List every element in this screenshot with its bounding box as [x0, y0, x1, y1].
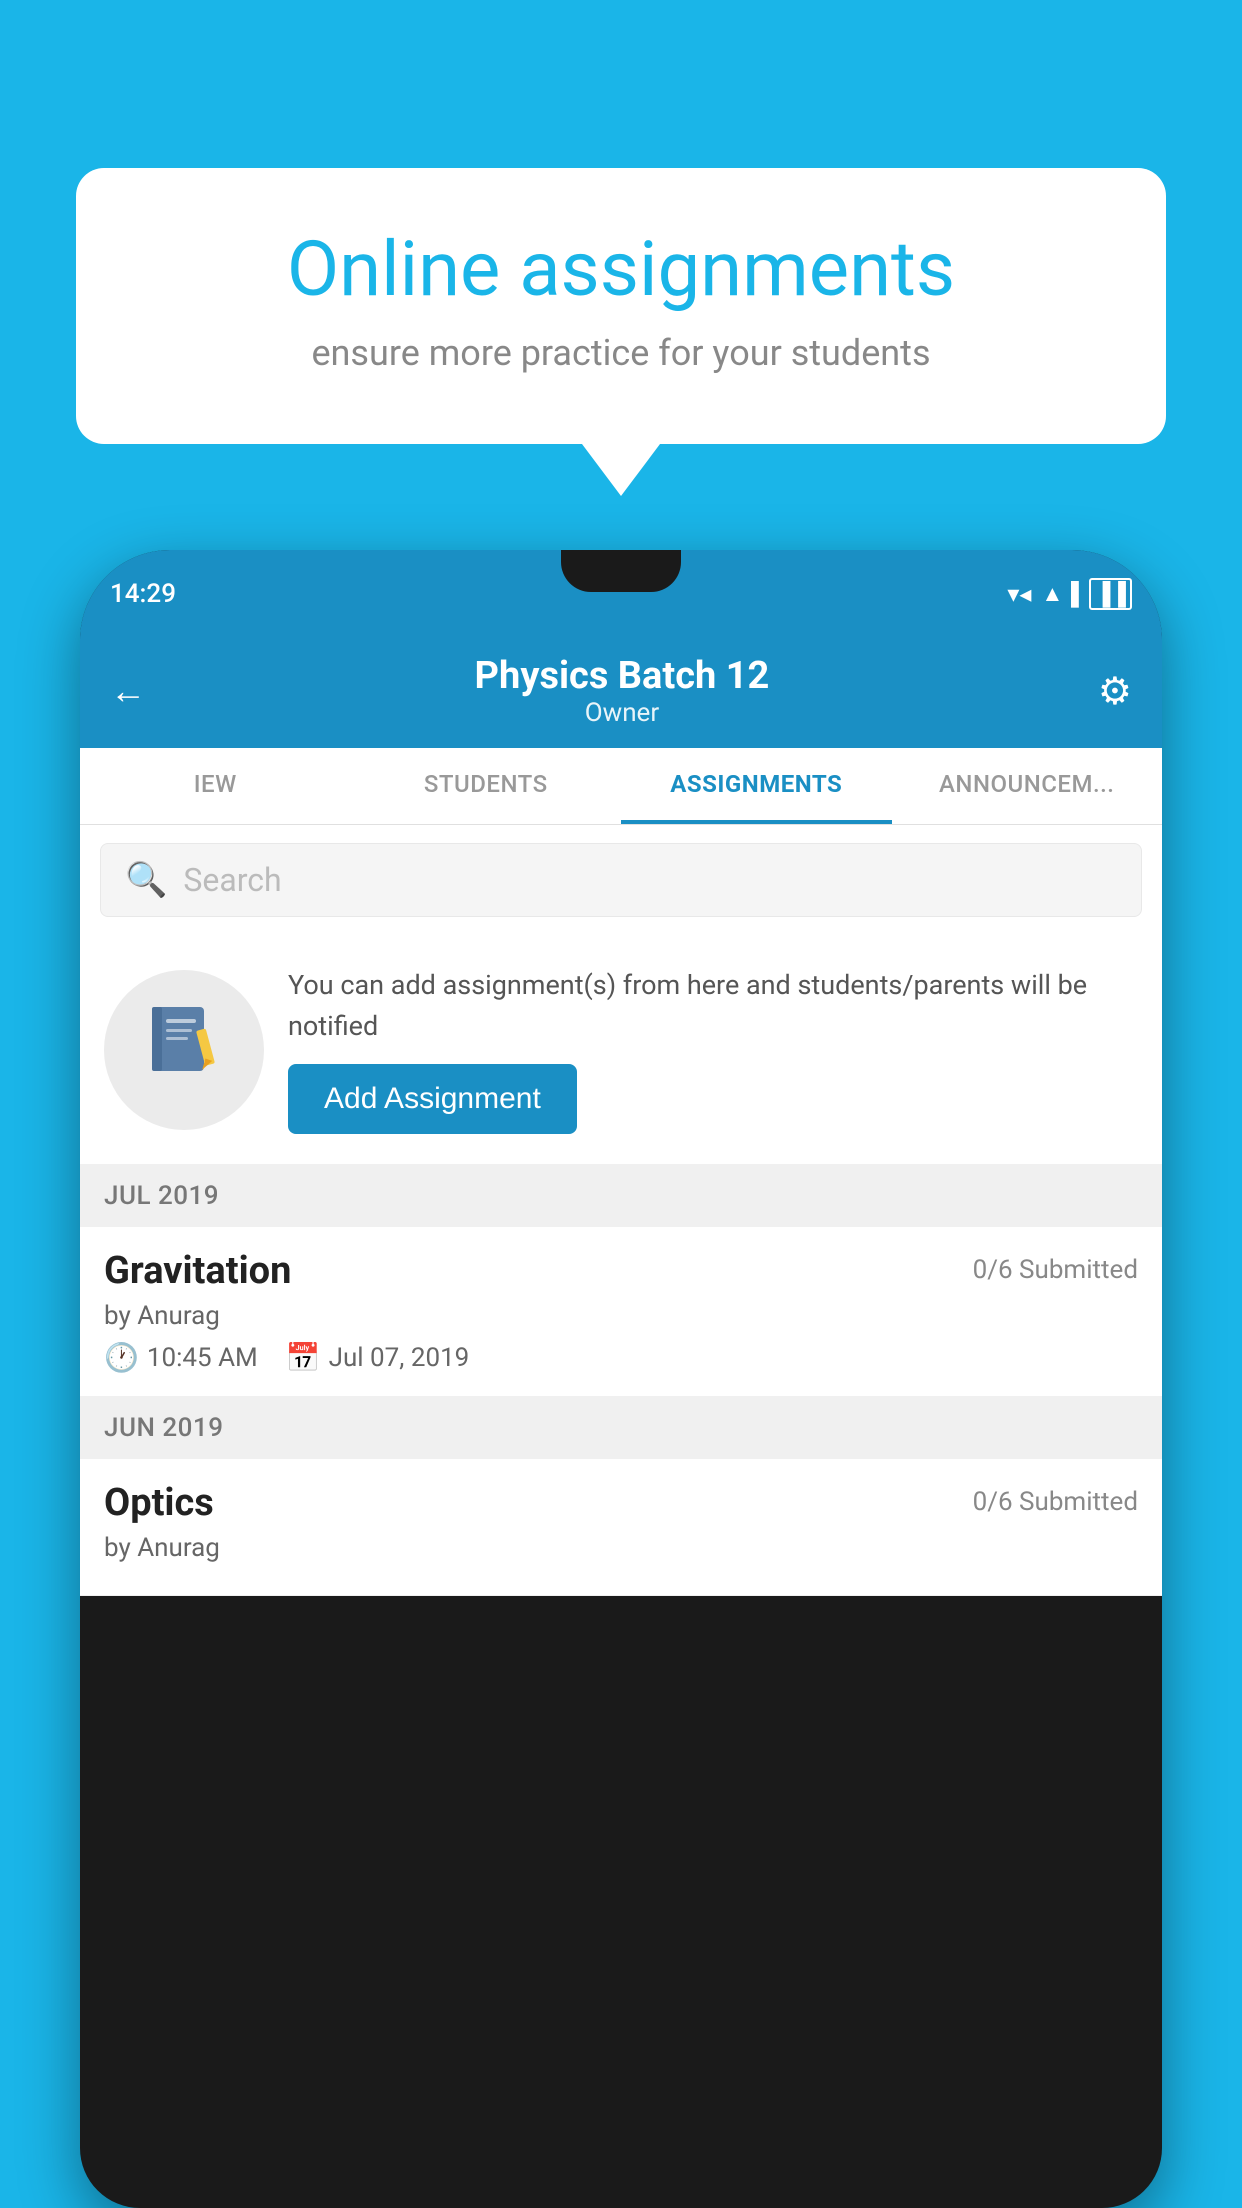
app-header: ← Physics Batch 12 Owner ⚙: [80, 638, 1162, 748]
status-icons: ▾◂ ▲▐ ▐▐: [1007, 578, 1132, 610]
assignment-item-top-optics: Optics 0/6 Submitted: [104, 1481, 1138, 1525]
header-center: Physics Batch 12 Owner: [475, 654, 770, 728]
assignment-details-gravitation: 🕐 10:45 AM 📅 Jul 07, 2019: [104, 1341, 1138, 1374]
status-time: 14:29: [110, 579, 176, 609]
search-bar[interactable]: 🔍 Search: [100, 843, 1142, 917]
status-bar: 14:29 ▾◂ ▲▐ ▐▐: [80, 550, 1162, 638]
header-title: Physics Batch 12: [475, 654, 770, 698]
assignment-date-gravitation: Jul 07, 2019: [329, 1343, 470, 1373]
assignment-item-gravitation[interactable]: Gravitation 0/6 Submitted by Anurag 🕐 10…: [80, 1227, 1162, 1397]
assignment-name-gravitation: Gravitation: [104, 1249, 291, 1293]
promo-text-area: You can add assignment(s) from here and …: [288, 965, 1138, 1134]
search-placeholder: Search: [183, 861, 281, 899]
speech-bubble-container: Online assignments ensure more practice …: [76, 168, 1166, 444]
search-bar-wrapper: 🔍 Search: [80, 825, 1162, 935]
phone-content: 🔍 Search: [80, 825, 1162, 1596]
clock-icon: 🕐: [104, 1341, 139, 1374]
calendar-icon: 📅: [286, 1341, 321, 1374]
assignment-item-top: Gravitation 0/6 Submitted: [104, 1249, 1138, 1293]
assignment-item-optics[interactable]: Optics 0/6 Submitted by Anurag: [80, 1459, 1162, 1596]
search-icon: 🔍: [125, 860, 167, 900]
promo-description: You can add assignment(s) from here and …: [288, 965, 1138, 1046]
wifi-icon: ▾◂: [1007, 580, 1031, 608]
tab-students[interactable]: STUDENTS: [351, 748, 622, 824]
tab-announcements[interactable]: ANNOUNCEM...: [892, 748, 1163, 824]
assignment-submitted-gravitation: 0/6 Submitted: [973, 1255, 1138, 1285]
assignment-meta-gravitation: by Anurag: [104, 1301, 1138, 1331]
time-detail: 🕐 10:45 AM: [104, 1341, 258, 1374]
section-header-jun: JUN 2019: [80, 1397, 1162, 1459]
back-button[interactable]: ←: [110, 670, 146, 712]
date-detail: 📅 Jul 07, 2019: [286, 1341, 470, 1374]
notebook-icon: [144, 1001, 224, 1099]
speech-bubble-title: Online assignments: [156, 228, 1086, 312]
header-subtitle: Owner: [475, 698, 770, 728]
promo-card: You can add assignment(s) from here and …: [80, 935, 1162, 1165]
settings-icon[interactable]: ⚙: [1098, 669, 1132, 714]
assignment-meta-optics: by Anurag: [104, 1533, 1138, 1563]
promo-icon-circle: [104, 970, 264, 1130]
section-header-jul: JUL 2019: [80, 1165, 1162, 1227]
assignment-submitted-optics: 0/6 Submitted: [973, 1487, 1138, 1517]
tab-assignments[interactable]: ASSIGNMENTS: [621, 748, 892, 824]
tab-iew[interactable]: IEW: [80, 748, 351, 824]
by-author-optics: by Anurag: [104, 1533, 220, 1563]
phone-frame: 14:29 ▾◂ ▲▐ ▐▐ ← Physics Batch 12 Owner …: [80, 550, 1162, 2208]
assignment-name-optics: Optics: [104, 1481, 214, 1525]
speech-bubble-subtitle: ensure more practice for your students: [156, 332, 1086, 374]
assignment-time-gravitation: 10:45 AM: [147, 1343, 258, 1373]
phone-notch: [561, 550, 681, 592]
tabs-bar: IEW STUDENTS ASSIGNMENTS ANNOUNCEM...: [80, 748, 1162, 825]
speech-bubble: Online assignments ensure more practice …: [76, 168, 1166, 444]
add-assignment-button[interactable]: Add Assignment: [288, 1064, 577, 1134]
signal-icon: ▲▐: [1041, 581, 1078, 607]
battery-icon: ▐▐: [1089, 578, 1132, 610]
by-author-gravitation: by Anurag: [104, 1301, 220, 1331]
